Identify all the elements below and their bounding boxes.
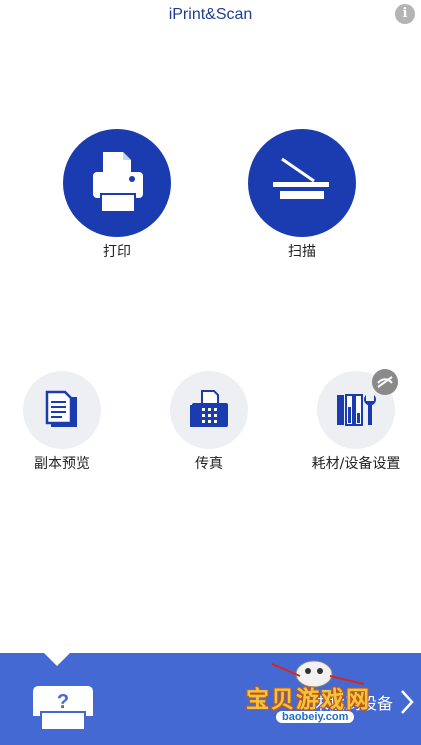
watermark-url: baobeiy.com: [276, 711, 355, 723]
print-label: 打印: [103, 244, 131, 260]
bar-notch: [44, 653, 70, 666]
printer-icon: [93, 152, 143, 213]
fax-button[interactable]: [170, 371, 248, 449]
chevron-right-icon[interactable]: [399, 688, 415, 716]
svg-text:?: ?: [57, 691, 69, 713]
app-title: iPrint&Scan: [168, 6, 253, 23]
offline-icon: [372, 369, 398, 395]
print-button[interactable]: [63, 129, 171, 237]
scanner-icon: [273, 157, 329, 199]
supplies-settings-label: 耗材/设备设置: [311, 456, 401, 472]
fax-icon: [190, 390, 228, 427]
copy-preview-label: 副本预览: [34, 456, 90, 472]
fax-label: 传真: [195, 456, 223, 472]
info-icon[interactable]: i: [395, 4, 415, 24]
copy-preview-button[interactable]: [23, 371, 101, 449]
copy-preview-icon: [45, 390, 77, 427]
printer-help-icon[interactable]: ?: [27, 684, 99, 734]
watermark-text: 宝贝游戏网: [246, 687, 371, 713]
app-screen: iPrint&Scan i 打印 扫描 副本预览 传真 耗材/设备设置 ? 未找…: [0, 0, 421, 745]
scan-button[interactable]: [248, 129, 356, 237]
scan-label: 扫描: [288, 244, 316, 260]
